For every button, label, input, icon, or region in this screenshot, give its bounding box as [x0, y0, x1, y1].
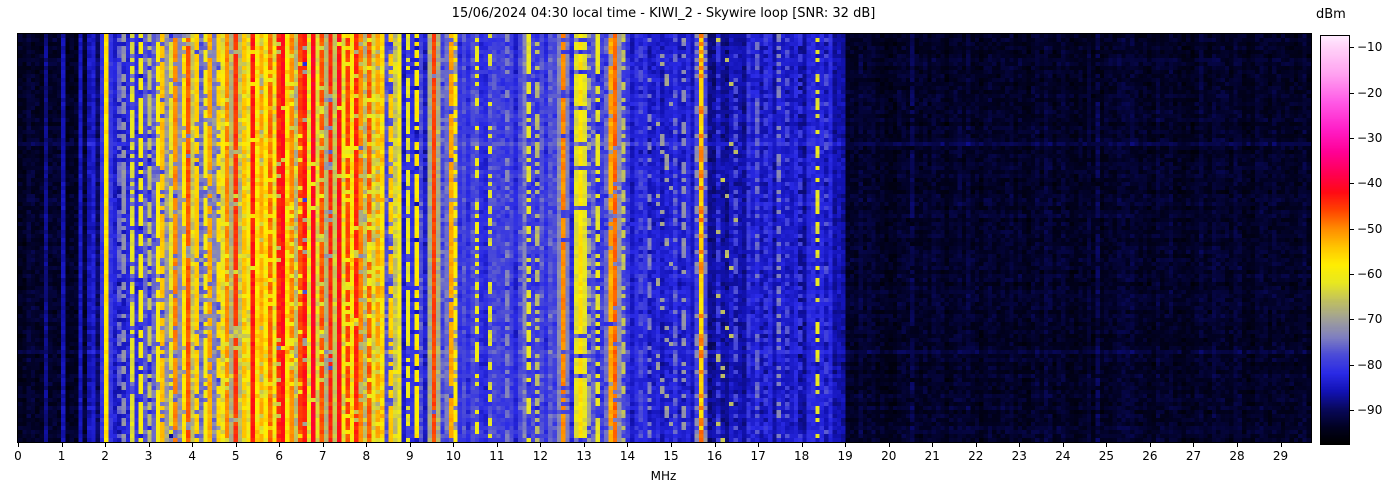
x-tick-mark [1106, 443, 1108, 447]
x-tick-label: 4 [188, 449, 196, 463]
colorbar-tick-mark [1350, 47, 1354, 49]
x-tick-label: 3 [144, 449, 153, 463]
colorbar-tick-label: −70 [1357, 312, 1383, 327]
x-tick-mark [322, 443, 324, 447]
x-tick-mark [366, 443, 368, 447]
colorbar-canvas [1321, 36, 1349, 444]
x-tick-label: 10 [445, 449, 461, 463]
x-tick-label: 8 [362, 449, 371, 463]
x-tick-mark [1019, 443, 1021, 447]
x-tick-label: 2 [101, 449, 109, 463]
colorbar-tick-label: −10 [1357, 40, 1383, 55]
colorbar-tick-mark [1350, 274, 1354, 275]
x-tick-label: 16 [706, 449, 723, 463]
x-tick-mark [1280, 443, 1282, 447]
x-tick-label: 13 [576, 449, 592, 463]
colorbar-tick-label: −40 [1357, 176, 1383, 191]
x-tick-mark [235, 443, 237, 447]
colorbar-tick-label: −60 [1357, 267, 1383, 281]
x-tick-label: 18 [793, 449, 810, 463]
colorbar [1320, 35, 1350, 445]
x-tick-mark [627, 443, 629, 447]
colorbar-tick-label: −50 [1357, 221, 1383, 236]
colorbar-tick-label: −90 [1357, 403, 1383, 417]
x-tick-label: 21 [924, 449, 940, 463]
x-tick-mark [1236, 443, 1238, 447]
x-tick-label: 19 [837, 449, 853, 463]
x-tick-label: 5 [231, 449, 240, 463]
x-tick-label: 24 [1055, 449, 1071, 463]
x-tick-mark [1193, 443, 1195, 447]
x-tick-mark [975, 443, 977, 447]
x-tick-label: 0 [14, 449, 22, 463]
x-axis-label: MHz [650, 469, 677, 483]
x-tick-mark [105, 443, 107, 447]
x-tick-mark [845, 443, 847, 447]
x-tick-label: 26 [1142, 449, 1158, 463]
x-tick-mark [61, 443, 63, 447]
x-tick-mark [932, 443, 934, 447]
x-tick-mark [1062, 443, 1064, 447]
x-tick-mark [409, 443, 411, 447]
spectrogram-canvas [18, 34, 1311, 442]
x-tick-mark [888, 443, 890, 447]
x-tick-label: 9 [405, 449, 414, 463]
x-tick-mark [1149, 443, 1151, 447]
colorbar-tick-mark [1350, 364, 1354, 366]
colorbar-tick-mark [1350, 319, 1354, 321]
x-tick-mark [453, 443, 455, 447]
colorbar-tick-mark [1350, 228, 1354, 230]
x-tick-label: 14 [619, 449, 636, 463]
spectrogram-figure: 15/06/2024 04:30 local time - KIWI_2 - S… [0, 0, 1400, 500]
x-tick-label: 17 [750, 449, 766, 463]
x-tick-label: 7 [318, 449, 327, 463]
x-tick-label: 15 [663, 449, 679, 463]
x-tick-mark [192, 443, 194, 447]
x-tick-label: 20 [881, 449, 897, 463]
x-tick-label: 22 [968, 449, 984, 463]
x-tick-mark [540, 443, 542, 447]
colorbar-tick-mark [1350, 138, 1354, 139]
x-tick-mark [279, 443, 281, 447]
colorbar-tick-label: −80 [1357, 357, 1383, 372]
x-tick-mark [18, 443, 19, 447]
x-tick-label: 12 [532, 449, 549, 463]
x-tick-mark [583, 443, 585, 447]
x-tick-label: 27 [1185, 449, 1202, 463]
x-tick-label: 23 [1011, 449, 1027, 463]
x-tick-label: 1 [57, 449, 66, 463]
chart-title: 15/06/2024 04:30 local time - KIWI_2 - S… [451, 6, 876, 21]
x-tick-mark [671, 443, 673, 447]
x-tick-label: 29 [1272, 449, 1289, 463]
x-tick-mark [148, 443, 150, 447]
x-tick-mark [496, 443, 498, 447]
x-tick-mark [801, 443, 803, 447]
colorbar-tick-mark [1350, 410, 1354, 411]
x-tick-mark [714, 443, 716, 447]
x-tick-label: 28 [1229, 449, 1245, 463]
x-tick-label: 11 [489, 449, 505, 463]
x-tick-mark [758, 443, 760, 447]
waterfall-plot-area [17, 33, 1312, 443]
colorbar-tick-label: −20 [1357, 85, 1383, 100]
colorbar-title: dBm [1316, 7, 1346, 22]
x-tick-label: 25 [1098, 449, 1115, 463]
x-tick-label: 6 [275, 449, 284, 463]
colorbar-tick-mark [1350, 92, 1354, 94]
colorbar-tick-mark [1350, 183, 1354, 185]
colorbar-tick-label: −30 [1357, 131, 1383, 145]
